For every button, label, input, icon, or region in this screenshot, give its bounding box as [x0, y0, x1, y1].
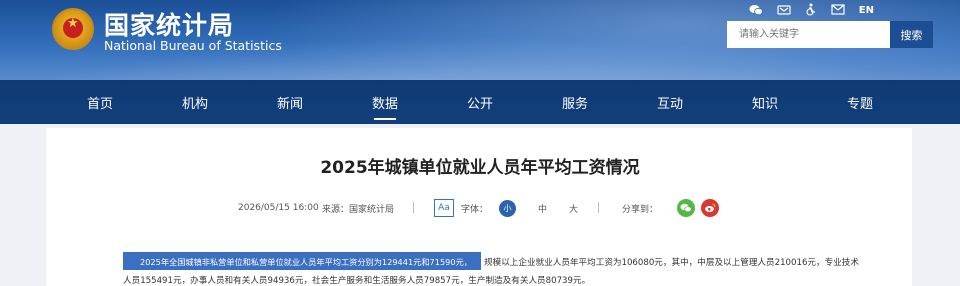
weibo-icon[interactable]	[777, 4, 791, 19]
star-icon: ★	[67, 16, 79, 31]
language-switch-en[interactable]: EN	[859, 4, 874, 18]
search-input[interactable]	[727, 21, 890, 48]
top-utility-bar: EN	[749, 3, 874, 19]
main-nav: 首页 机构 新闻 数据 公开 服务 互动 知识 专题	[0, 80, 960, 124]
nav-item-disclosure[interactable]: 公开	[445, 80, 515, 124]
share-weibo-icon[interactable]	[701, 199, 719, 217]
nav-item-knowledge[interactable]: 知识	[730, 80, 800, 124]
share-label: 分享到：	[622, 204, 659, 215]
search-button[interactable]: 搜索	[890, 21, 933, 48]
nav-item-data[interactable]: 数据	[350, 80, 420, 124]
nav-item-home[interactable]: 首页	[65, 80, 135, 124]
nav-item-topics[interactable]: 专题	[825, 80, 895, 124]
nav-item-institutions[interactable]: 机构	[160, 80, 230, 124]
font-size-label: 字体：	[461, 204, 489, 215]
logo-english[interactable]: National Bureau of Statistics	[104, 38, 282, 53]
article-date: 2026/05/15 16:00	[238, 203, 319, 213]
nav-item-news[interactable]: 新闻	[255, 80, 325, 124]
article-paragraph-line1: 规模以上企业就业人员年平均工资为106080元，其中，中层及以上管理人员2100…	[484, 258, 859, 268]
font-size-medium[interactable]: 中	[538, 196, 547, 220]
nav-item-services[interactable]: 服务	[540, 80, 610, 124]
meta-divider	[413, 202, 414, 213]
meta-divider	[598, 202, 599, 213]
font-size-large[interactable]: 大	[569, 196, 578, 220]
article-source: 来源：国家统计局	[322, 204, 395, 215]
font-size-aa-icon[interactable]: Aa	[434, 199, 454, 217]
article-paragraph-line2: 人员155491元，办事人员和有关人员94936元，社会生产服务和生活服务人员7…	[123, 276, 591, 286]
share-wechat-icon[interactable]	[677, 199, 695, 217]
logo-chinese[interactable]: 国家统计局	[104, 6, 234, 42]
wechat-icon[interactable]	[749, 4, 763, 19]
national-emblem-icon[interactable]: ★	[52, 8, 94, 50]
accessibility-icon[interactable]	[805, 3, 817, 19]
nav-item-interaction[interactable]: 互动	[635, 80, 705, 124]
mail-icon[interactable]	[831, 4, 845, 18]
article-title: 2025年城镇单位就业人员年平均工资情况	[320, 158, 640, 178]
article-paragraph-highlighted: 2025年全国城镇非私营单位和私营单位就业人员年平均工资分别为129441元和7…	[140, 257, 472, 267]
font-size-small[interactable]: 小	[499, 200, 516, 217]
